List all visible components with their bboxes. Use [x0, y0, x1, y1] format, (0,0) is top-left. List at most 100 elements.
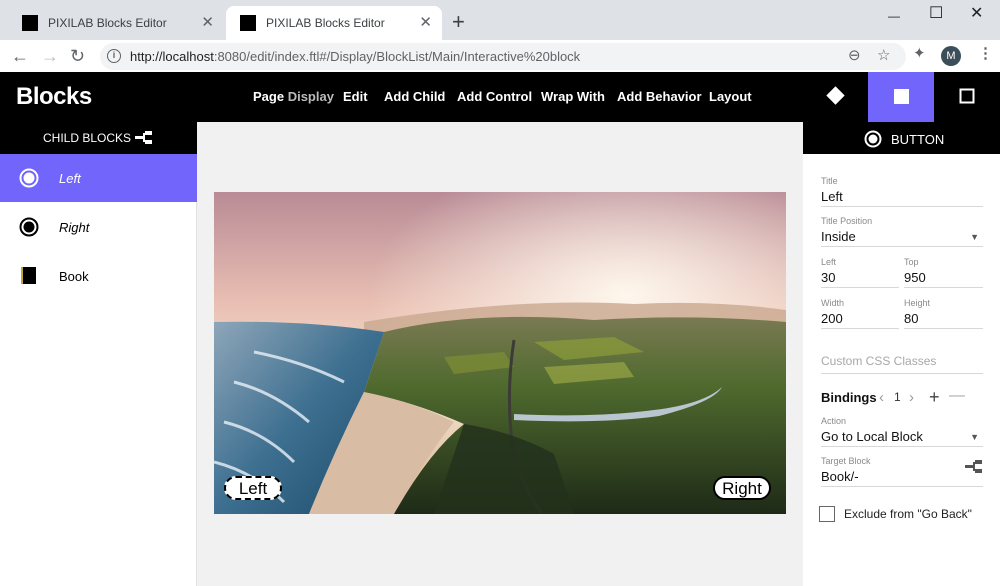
window-close-icon[interactable]: ✕	[970, 4, 983, 24]
browser-tab[interactable]: PIXILAB Blocks Editor ✕	[8, 6, 224, 40]
minimize-icon[interactable]: —	[888, 6, 900, 26]
new-tab-button[interactable]: +	[452, 11, 465, 33]
child-blocks-header: CHILD BLOCKS	[0, 122, 197, 154]
app-header: Blocks Page Display Edit Add Child Add C…	[0, 72, 1000, 122]
extensions-icon[interactable]: ✦	[913, 46, 926, 62]
child-block-label: Book	[59, 269, 89, 284]
display-preview[interactable]: Left Right	[214, 192, 786, 514]
child-block-item[interactable]: Right	[0, 203, 197, 251]
filled-square-view-button[interactable]	[868, 72, 934, 122]
zoom-icon[interactable]: ⊖	[848, 48, 861, 64]
width-field-value: 200	[821, 311, 843, 326]
custom-css-input[interactable]: Custom CSS Classes	[821, 354, 983, 374]
favicon-icon	[240, 15, 256, 31]
tab-title: PIXILAB Blocks Editor	[48, 16, 167, 30]
maximize-icon[interactable]: ☐	[929, 4, 943, 24]
right-button[interactable]: Right	[713, 476, 771, 500]
target-block-value: Book/-	[821, 469, 859, 484]
favicon-icon	[22, 15, 38, 31]
outline-square-view-button[interactable]	[934, 72, 1000, 122]
url-text: http://localhost:8080/edit/index.ftl#/Di…	[130, 49, 580, 64]
url-path: :8080/edit/index.ftl#/Display/BlockList/…	[213, 49, 581, 64]
width-field[interactable]: Width 200	[821, 298, 899, 329]
exclude-go-back-checkbox[interactable]	[819, 506, 835, 522]
radio-button-icon	[19, 168, 39, 188]
book-icon	[21, 267, 36, 284]
properties-panel: BUTTON Title Left Title Position Inside …	[803, 122, 1000, 586]
remove-binding-icon[interactable]: —	[949, 387, 965, 405]
address-bar[interactable]: i http://localhost:8080/edit/index.ftl#/…	[100, 43, 906, 70]
binding-index: 1	[894, 390, 901, 404]
bookmark-star-icon[interactable]: ☆	[877, 48, 890, 64]
height-field[interactable]: Height 80	[904, 298, 983, 329]
browser-tab-active[interactable]: PIXILAB Blocks Editor ✕	[226, 6, 442, 40]
bindings-label: Bindings	[821, 390, 877, 405]
tab-close-icon[interactable]: ✕	[201, 15, 214, 31]
dropdown-arrow-icon: ▼	[970, 432, 979, 442]
tab-close-icon[interactable]: ✕	[419, 15, 432, 31]
bindings-row: Bindings ‹ 1 › + —	[821, 387, 991, 410]
target-block-label: Target Block	[821, 456, 871, 466]
exclude-go-back-label: Exclude from "Go Back"	[844, 507, 972, 521]
action-select[interactable]: Action Go to Local Block ▼	[821, 416, 983, 447]
menu-layout[interactable]: Layout	[709, 89, 752, 104]
menu-wrap-with[interactable]: Wrap With	[541, 89, 605, 104]
filled-square-icon	[894, 89, 909, 104]
radio-button-icon	[864, 130, 882, 148]
menu-display-label: Display	[287, 89, 334, 104]
left-button[interactable]: Left	[224, 476, 282, 500]
target-block-field[interactable]: Target Block Book/-	[821, 456, 983, 487]
menu-page-display[interactable]: Page Display	[253, 89, 334, 104]
profile-avatar[interactable]: M	[941, 46, 961, 66]
child-blocks-title: CHILD BLOCKS	[43, 131, 132, 145]
menu-edit[interactable]: Edit	[343, 89, 368, 104]
exclude-go-back-checkbox-row[interactable]: Exclude from "Go Back"	[819, 505, 994, 525]
action-label: Action	[821, 416, 847, 426]
chevron-right-icon[interactable]: ›	[909, 389, 914, 406]
coastline-photo	[214, 192, 786, 514]
menu-add-behavior[interactable]: Add Behavior	[617, 89, 702, 104]
diamond-icon	[826, 86, 845, 105]
child-block-label: Right	[59, 220, 90, 235]
tree-structure-icon[interactable]	[135, 131, 153, 145]
browser-toolbar: ← → ↻ i http://localhost:8080/edit/index…	[0, 40, 1000, 72]
block-type-label: BUTTON	[891, 132, 945, 147]
menu-add-child[interactable]: Add Child	[384, 89, 445, 104]
title-field-label: Title	[821, 176, 838, 186]
site-info-icon[interactable]: i	[107, 49, 121, 63]
title-position-select[interactable]: Title Position Inside ▼	[821, 216, 983, 247]
width-field-label: Width	[821, 298, 845, 308]
menu-add-control[interactable]: Add Control	[457, 89, 532, 104]
tree-structure-icon[interactable]	[965, 460, 983, 474]
title-position-value: Inside	[821, 229, 856, 244]
add-binding-icon[interactable]: +	[929, 387, 940, 408]
top-field-value: 950	[904, 270, 926, 285]
title-field[interactable]: Title Left	[821, 176, 983, 207]
left-field[interactable]: Left 30	[821, 257, 899, 288]
dropdown-arrow-icon: ▼	[970, 232, 979, 242]
top-field-label: Top	[904, 257, 919, 267]
height-field-label: Height	[904, 298, 931, 308]
action-value: Go to Local Block	[821, 429, 923, 444]
chevron-left-icon[interactable]: ‹	[879, 389, 884, 406]
child-block-item[interactable]: Left	[0, 154, 197, 202]
back-icon[interactable]: ←	[11, 46, 29, 66]
title-position-label: Title Position	[821, 216, 873, 226]
custom-css-placeholder: Custom CSS Classes	[821, 354, 937, 368]
height-field-value: 80	[904, 311, 919, 326]
left-field-label: Left	[821, 257, 837, 267]
forward-icon[interactable]: →	[41, 46, 59, 66]
top-field[interactable]: Top 950	[904, 257, 983, 288]
menu-page-label: Page	[253, 89, 285, 104]
browser-menu-icon[interactable]: ⋮	[978, 46, 993, 62]
title-field-value: Left	[821, 189, 843, 204]
diamond-view-button[interactable]	[804, 72, 868, 122]
editor-canvas: Left Right	[197, 122, 803, 586]
browser-tab-strip: PIXILAB Blocks Editor ✕ PIXILAB Blocks E…	[0, 0, 1000, 40]
properties-header: BUTTON	[803, 122, 1000, 154]
blocks-logo: Blocks	[16, 83, 92, 110]
reload-icon[interactable]: ↻	[70, 46, 85, 66]
child-blocks-panel: CHILD BLOCKS Left Right Book	[0, 122, 197, 586]
child-block-item[interactable]: Book	[0, 252, 197, 300]
radio-button-icon	[19, 217, 39, 237]
